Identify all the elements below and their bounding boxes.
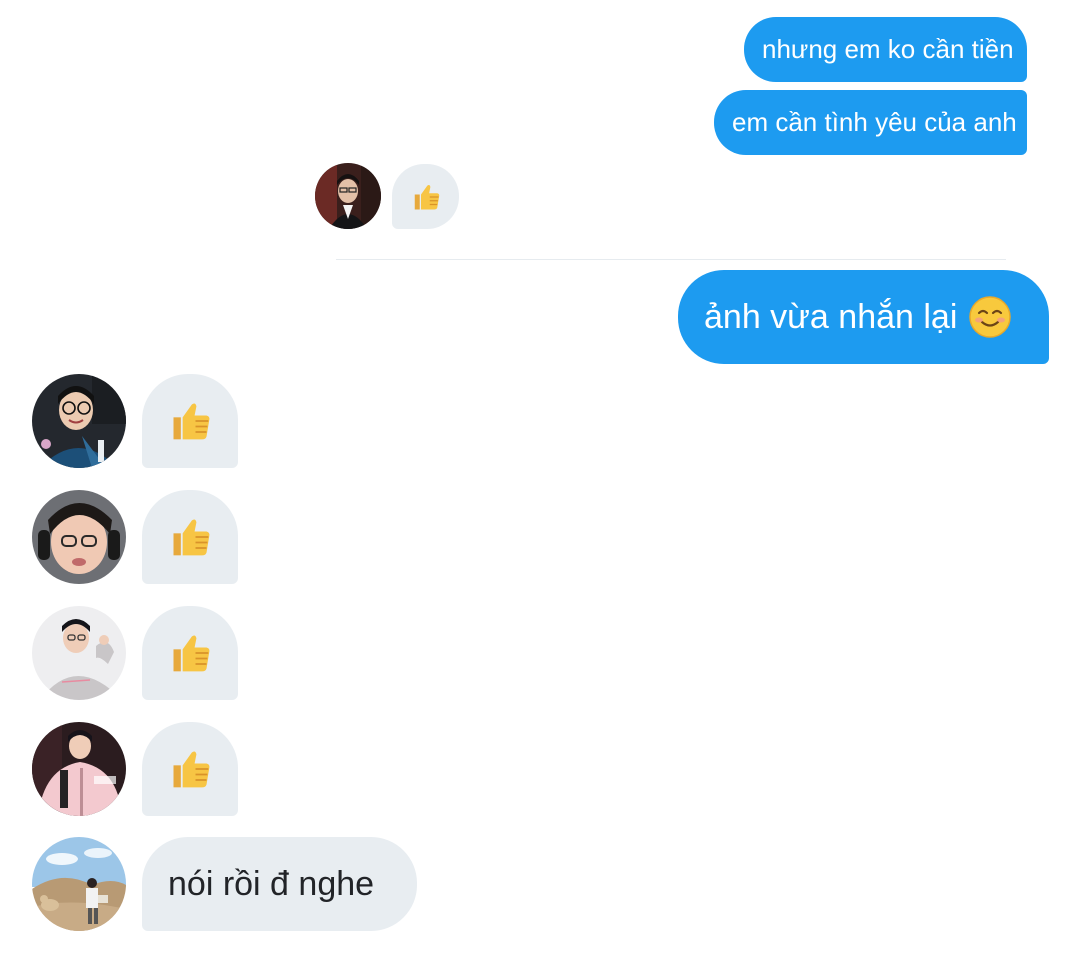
received-message-bubble[interactable] xyxy=(142,722,238,816)
sent-message-bubble[interactable]: nhưng em ko cần tiền xyxy=(744,17,1027,82)
divider xyxy=(336,259,1006,260)
avatar[interactable] xyxy=(32,722,126,816)
thumbs-up-icon xyxy=(173,635,210,672)
received-message-bubble[interactable] xyxy=(142,374,238,468)
chat-thread: nhưng em ko cần tiền em cần tình yêu của… xyxy=(0,0,1080,959)
received-message-bubble[interactable] xyxy=(392,164,459,229)
thumbs-up-icon xyxy=(173,519,210,556)
message-text: nói rồi đ nghe xyxy=(168,864,375,903)
sent-message-bubble[interactable]: em cần tình yêu của anh xyxy=(714,90,1027,155)
sent-message-bubble[interactable]: ảnh vừa nhắn lại xyxy=(678,270,1049,364)
message-text: ảnh vừa nhắn lại xyxy=(704,297,958,336)
avatar[interactable] xyxy=(32,374,126,468)
thumbs-up-icon xyxy=(173,403,210,440)
received-message-bubble[interactable] xyxy=(142,490,238,584)
thumbs-up-icon xyxy=(414,184,439,209)
received-message-bubble[interactable]: nói rồi đ nghe xyxy=(142,837,417,931)
avatar[interactable] xyxy=(32,837,126,931)
avatar[interactable] xyxy=(32,490,126,584)
received-message-bubble[interactable] xyxy=(142,606,238,700)
smiling-face-icon xyxy=(969,296,1012,338)
message-text: nhưng em ko cần tiền xyxy=(762,34,1014,64)
thumbs-up-icon xyxy=(173,751,210,788)
avatar[interactable] xyxy=(315,163,381,229)
message-text: em cần tình yêu của anh xyxy=(732,107,1017,137)
avatar[interactable] xyxy=(32,606,126,700)
